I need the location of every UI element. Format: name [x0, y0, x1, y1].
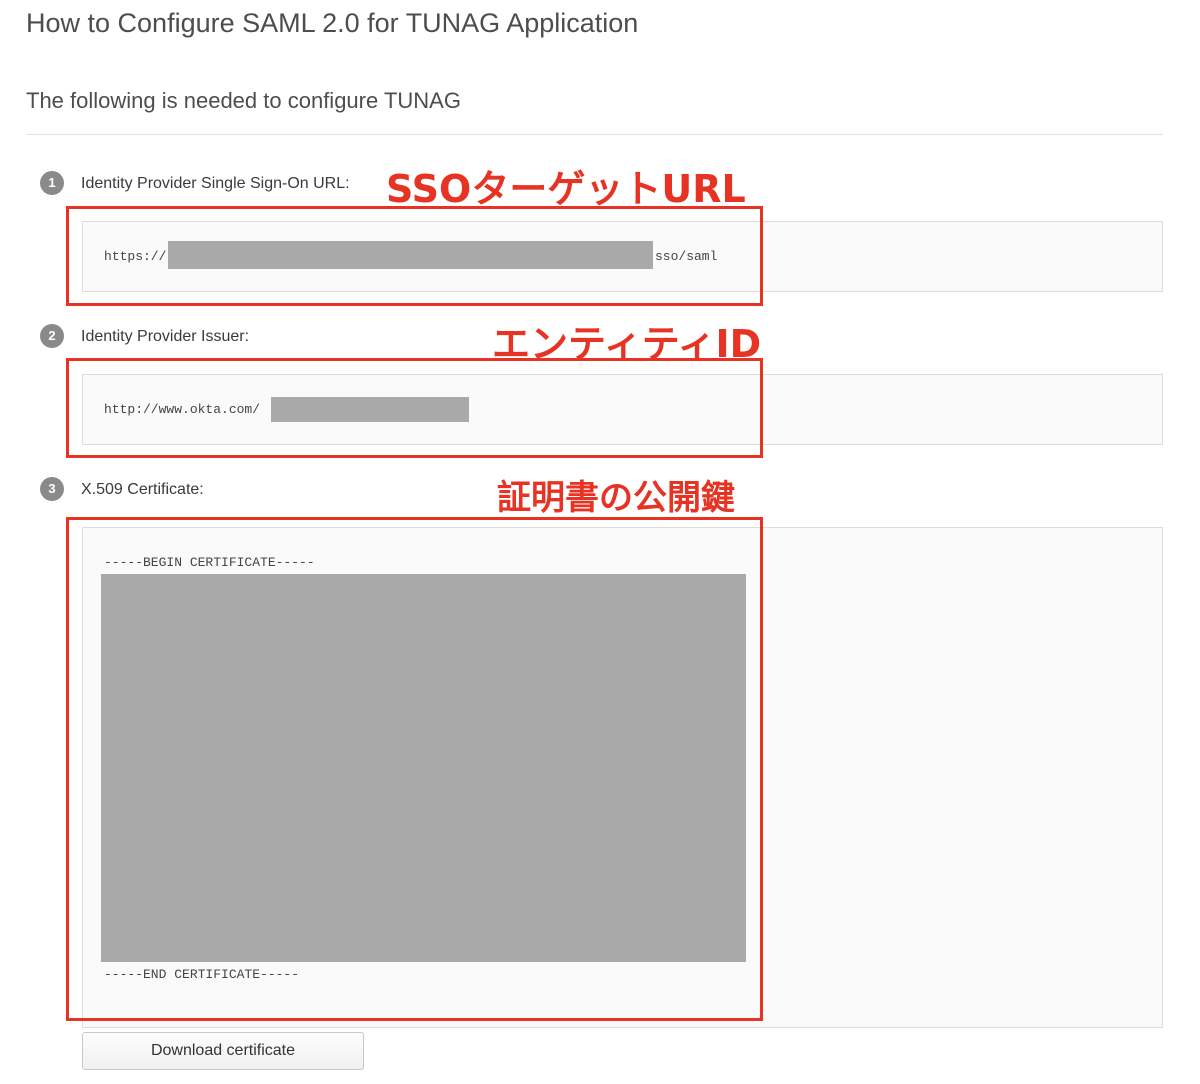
certificate-annotation: 証明書の公開鍵 — [497, 478, 735, 518]
step-2-label: Identity Provider Issuer: — [81, 328, 250, 345]
issuer-highlight — [66, 358, 763, 458]
sso-url-annotation: SSOターゲットURL — [386, 167, 746, 211]
divider — [26, 134, 1163, 135]
sso-url-highlight — [66, 206, 763, 306]
page-title: How to Configure SAML 2.0 for TUNAG Appl… — [26, 8, 639, 38]
section-subtitle: The following is needed to configure TUN… — [26, 88, 461, 113]
step-1-label: Identity Provider Single Sign-On URL: — [81, 175, 350, 192]
step-2-number: 2 — [40, 324, 64, 348]
download-certificate-button[interactable]: Download certificate — [82, 1032, 364, 1070]
step-3-label: X.509 Certificate: — [81, 481, 204, 498]
step-1-number: 1 — [40, 171, 64, 195]
certificate-highlight — [66, 517, 763, 1021]
step-3-number: 3 — [40, 477, 64, 501]
